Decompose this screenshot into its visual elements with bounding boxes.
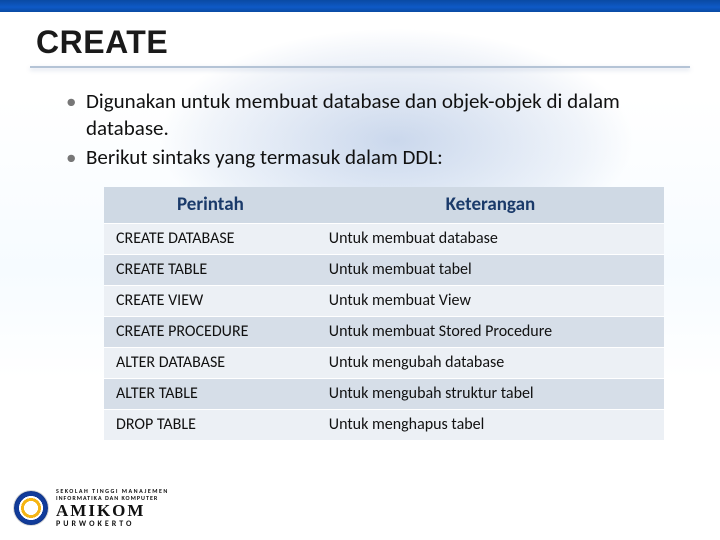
cell-description: Untuk mengubah struktur tabel <box>317 378 664 409</box>
slide: CREATE Digunakan untuk membuat database … <box>0 0 720 540</box>
slide-body: Digunakan untuk membuat database dan obj… <box>64 88 672 440</box>
cell-description: Untuk membuat View <box>317 285 664 316</box>
table-header-row: Perintah Keterangan <box>104 187 664 224</box>
cell-command: DROP TABLE <box>104 409 317 440</box>
table-row: CREATE DATABASE Untuk membuat database <box>104 223 664 254</box>
cell-command: CREATE PROCEDURE <box>104 316 317 347</box>
cell-description: Untuk mengubah database <box>317 347 664 378</box>
footer-text: SEKOLAH TINGGI MANAJEMEN INFORMATIKA DAN… <box>56 488 169 528</box>
footer-city: PURWOKERTO <box>56 520 169 528</box>
bullet-list: Digunakan untuk membuat database dan obj… <box>64 88 672 171</box>
cell-command: ALTER TABLE <box>104 378 317 409</box>
th-description: Keterangan <box>317 187 664 224</box>
table-row: CREATE VIEW Untuk membuat View <box>104 285 664 316</box>
table-container: Perintah Keterangan CREATE DATABASE Untu… <box>104 187 664 440</box>
table-row: CREATE TABLE Untuk membuat tabel <box>104 254 664 285</box>
slide-title: CREATE <box>36 24 168 61</box>
title-underline <box>30 66 690 68</box>
cell-command: ALTER DATABASE <box>104 347 317 378</box>
bullet-item: Digunakan untuk membuat database dan obj… <box>64 88 672 142</box>
th-command: Perintah <box>104 187 317 224</box>
cell-command: CREATE TABLE <box>104 254 317 285</box>
cell-description: Untuk menghapus tabel <box>317 409 664 440</box>
cell-command: CREATE DATABASE <box>104 223 317 254</box>
top-accent-bar <box>0 0 720 12</box>
table-row: DROP TABLE Untuk menghapus tabel <box>104 409 664 440</box>
footer-institution: AMIKOM <box>56 502 169 519</box>
ddl-table: Perintah Keterangan CREATE DATABASE Untu… <box>104 187 664 440</box>
footer-logo-block: SEKOLAH TINGGI MANAJEMEN INFORMATIKA DAN… <box>14 488 169 528</box>
cell-description: Untuk membuat tabel <box>317 254 664 285</box>
bullet-item: Berikut sintaks yang termasuk dalam DDL: <box>64 144 672 171</box>
institution-seal-icon <box>14 491 48 525</box>
table-row: CREATE PROCEDURE Untuk membuat Stored Pr… <box>104 316 664 347</box>
cell-description: Untuk membuat database <box>317 223 664 254</box>
table-row: ALTER DATABASE Untuk mengubah database <box>104 347 664 378</box>
cell-command: CREATE VIEW <box>104 285 317 316</box>
cell-description: Untuk membuat Stored Procedure <box>317 316 664 347</box>
table-row: ALTER TABLE Untuk mengubah struktur tabe… <box>104 378 664 409</box>
